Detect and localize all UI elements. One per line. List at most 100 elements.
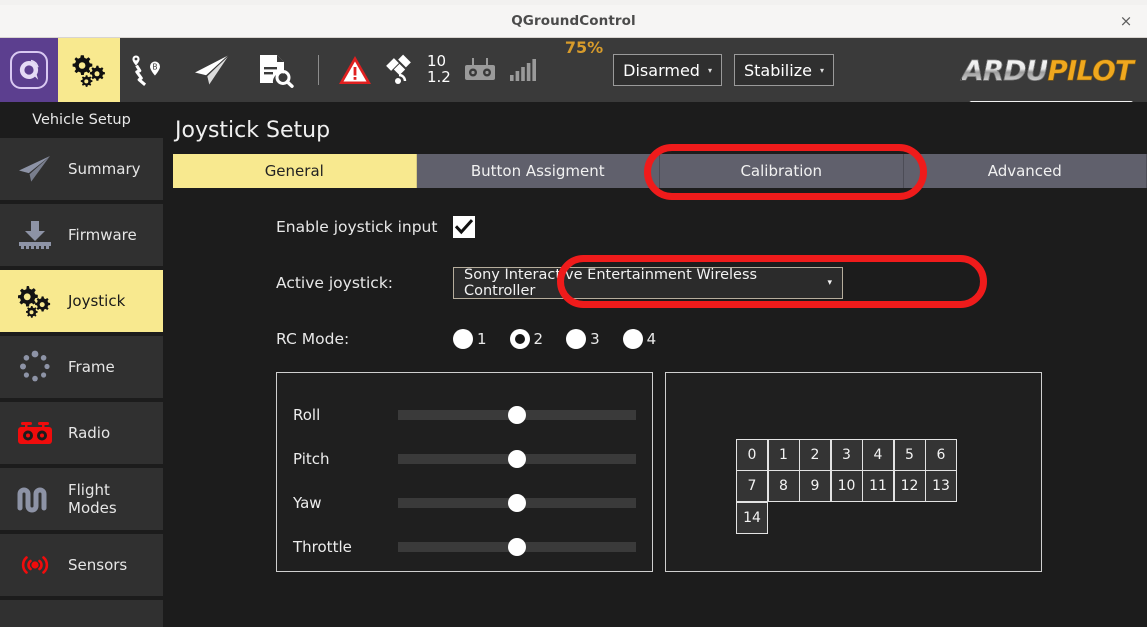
axis-row-pitch: Pitch [293,437,636,481]
row-rc-mode: RC Mode: 1 2 3 [163,314,1147,364]
qgc-logo-button[interactable] [0,38,58,102]
axis-slider-pitch[interactable] [398,454,636,464]
joystick-button-cell[interactable]: 8 [768,470,800,502]
axis-label: Roll [293,406,398,424]
axis-slider-throttle[interactable] [398,542,636,552]
app-toolbar: B [0,38,1147,102]
radio-controller-icon [14,413,56,453]
sidebar-item-next-partial[interactable] [0,600,163,627]
tab-calibration[interactable]: Calibration [660,154,904,188]
joystick-button-cell[interactable]: 9 [799,470,831,502]
joystick-button-cell[interactable]: 6 [925,439,957,471]
ardupilot-logo-part1: ARDU [962,54,1047,87]
sidebar-item-label: Summary [68,160,141,178]
chevron-down-icon: ▾ [827,278,832,288]
active-joystick-dropdown[interactable]: Sony Interactive Entertainment Wireless … [453,267,843,299]
flight-mode-dropdown[interactable]: Stabilize ▾ [734,54,834,86]
radio-dot-icon [510,329,530,349]
flight-modes-wave-icon [14,479,56,519]
page-title: Joystick Setup [163,102,1147,143]
toolbar-spacer [846,38,962,102]
radio-dot-icon [453,329,473,349]
joystick-button-cell[interactable]: 14 [736,502,768,534]
axis-monitor-panel: Roll Pitch Yaw [276,372,653,572]
button-monitor-panel: 01234567891011121314 [665,372,1042,572]
rc-mode-radio-2[interactable]: 2 [510,329,544,349]
plan-route-icon: B [129,52,173,88]
chevron-down-icon: ▾ [708,66,712,75]
sidebar-item-radio[interactable]: Radio [0,402,163,464]
tab-button-assignment[interactable]: Button Assigment [417,154,661,188]
gears-icon [14,281,56,321]
sidebar-item-sensors[interactable]: Sensors [0,534,163,596]
slider-handle[interactable] [508,538,526,556]
ardupilot-logo: ARDUPILOT [962,38,1133,102]
joystick-button-cell[interactable]: 13 [925,470,957,502]
qgc-logo-icon [10,51,48,89]
sidebar-item-summary[interactable]: Summary [0,138,163,200]
vehicle-setup-sidebar: Vehicle Setup Summary [0,102,163,627]
joystick-button-cell[interactable]: 0 [736,439,768,471]
rc-mode-radio-3[interactable]: 3 [566,329,600,349]
main-content: Joystick Setup General Button Assigment … [163,102,1147,627]
frame-motors-icon [14,347,56,387]
joystick-button-cell[interactable]: 4 [862,439,894,471]
sidebar-item-firmware[interactable]: Firmware [0,204,163,266]
toolbar-button-analyze[interactable] [244,38,306,102]
joystick-button-cell[interactable]: 10 [831,470,863,502]
enable-joystick-checkbox[interactable] [453,216,475,238]
joystick-general-form: Enable joystick input Active joystick: S… [163,202,1147,364]
sidebar-item-frame[interactable]: Frame [0,336,163,398]
sidebar-item-label: Sensors [68,556,127,574]
svg-text:B: B [152,63,157,72]
sidebar-item-label: Firmware [68,226,137,244]
toolbar-button-vehicle-setup[interactable] [58,38,120,102]
close-icon[interactable]: × [1115,10,1137,32]
joystick-button-cell[interactable]: 11 [862,470,894,502]
rc-transmitter-icon [463,57,497,83]
axis-label: Yaw [293,494,398,512]
axis-slider-roll[interactable] [398,410,636,420]
window-titlebar: QGroundControl × [0,5,1147,38]
toolbar-warning-indicator[interactable] [331,38,379,102]
checkmark-icon [455,219,473,235]
joystick-button-cell[interactable]: 1 [768,439,800,471]
active-joystick-value: Sony Interactive Entertainment Wireless … [464,267,827,299]
row-enable-joystick: Enable joystick input [163,202,1147,252]
row-active-joystick: Active joystick: Sony Interactive Entert… [163,252,1147,314]
slider-handle[interactable] [508,406,526,424]
joystick-button-cell[interactable]: 7 [736,470,768,502]
tab-advanced[interactable]: Advanced [904,154,1147,188]
toolbar-signal-indicator[interactable] [503,38,543,102]
toolbar-button-fly[interactable] [182,38,244,102]
rc-mode-radio-4[interactable]: 4 [623,329,657,349]
sidebar-item-label: Radio [68,424,110,442]
fly-paper-plane-icon [191,53,235,87]
axis-label: Throttle [293,538,398,556]
rc-mode-radio-1[interactable]: 1 [453,329,487,349]
joystick-button-grid: 01234567891011121314 [737,439,971,534]
joystick-tabbar: General Button Assigment Calibration Adv… [173,154,1147,188]
toolbar-button-plan[interactable]: B [120,38,182,102]
joystick-button-cell[interactable]: 3 [831,439,863,471]
toolbar-rc-indicator[interactable] [457,38,503,102]
joystick-button-cell[interactable]: 2 [799,439,831,471]
firmware-download-icon [14,215,56,255]
joystick-button-cell[interactable]: 12 [894,470,926,502]
tab-general[interactable]: General [173,154,417,188]
slider-handle[interactable] [508,494,526,512]
toolbar-gps-indicator[interactable]: 10 1.2 [379,38,457,102]
chevron-down-icon: ▾ [820,66,824,75]
sidebar-item-flight-modes[interactable]: Flight Modes [0,468,163,530]
axis-row-roll: Roll [293,393,636,437]
arm-state-dropdown[interactable]: Disarmed ▾ [613,54,722,86]
axis-slider-yaw[interactable] [398,498,636,508]
sensors-signal-icon [14,545,56,585]
slider-handle[interactable] [508,450,526,468]
joystick-button-cell[interactable]: 5 [894,439,926,471]
paper-plane-icon [14,149,56,189]
window-title: QGroundControl [511,13,636,29]
battery-indicator[interactable]: 75% [565,38,603,102]
sidebar-item-joystick[interactable]: Joystick [0,270,163,332]
satellite-icon [385,53,421,87]
